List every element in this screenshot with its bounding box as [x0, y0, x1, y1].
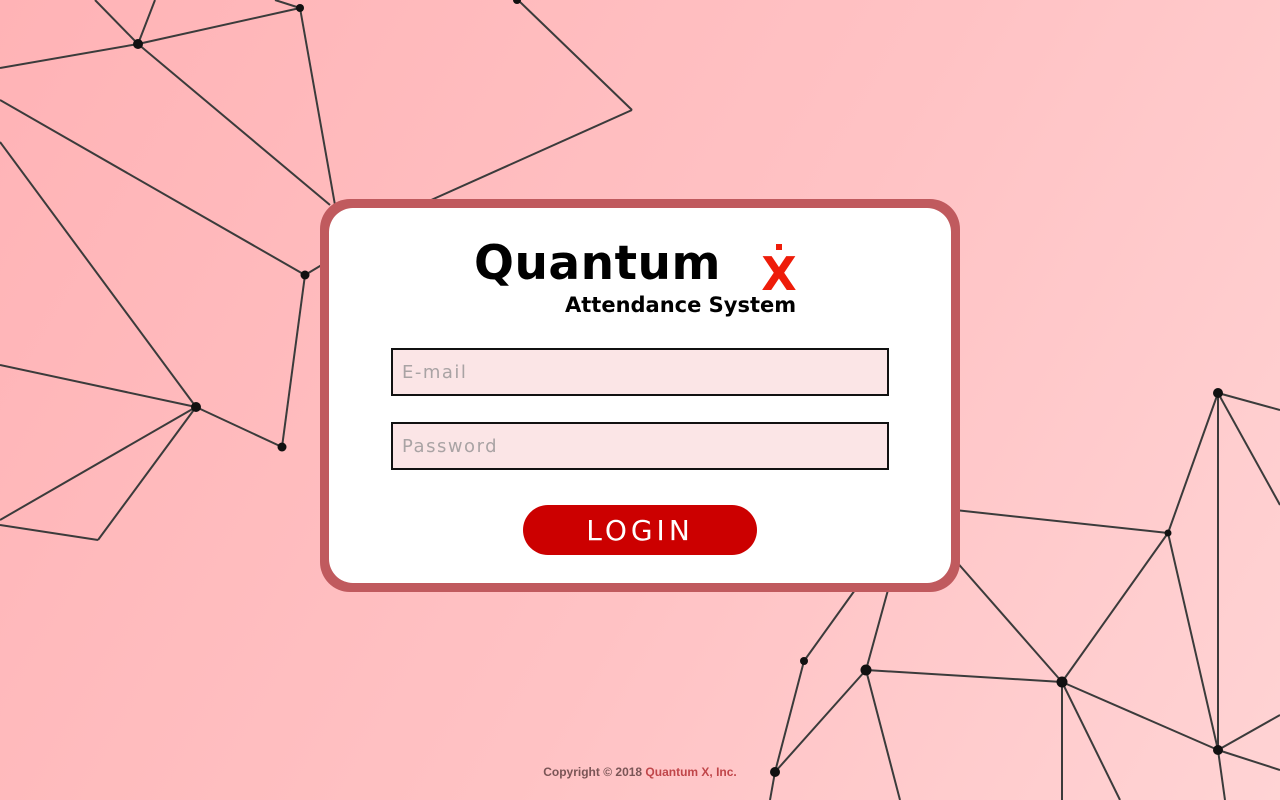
logo-word: Quantum	[474, 236, 721, 291]
login-button[interactable]: LOGIN	[523, 505, 757, 555]
logo-letter: X	[761, 247, 796, 292]
email-field[interactable]	[391, 348, 889, 396]
x-logo-icon: X	[761, 244, 797, 292]
password-field[interactable]	[391, 422, 889, 470]
company-name: Quantum X, Inc.	[645, 765, 737, 779]
login-card-frame: Quantum X Attendance System LOGIN	[320, 199, 960, 592]
copyright-text: Copyright © 2018	[543, 765, 646, 779]
copyright-footer: Copyright © 2018 Quantum X, Inc.	[0, 765, 1280, 779]
app-logo: Quantum X	[474, 236, 814, 300]
login-card: Quantum X Attendance System LOGIN	[329, 208, 951, 583]
app-subtitle: Attendance System	[565, 293, 797, 317]
